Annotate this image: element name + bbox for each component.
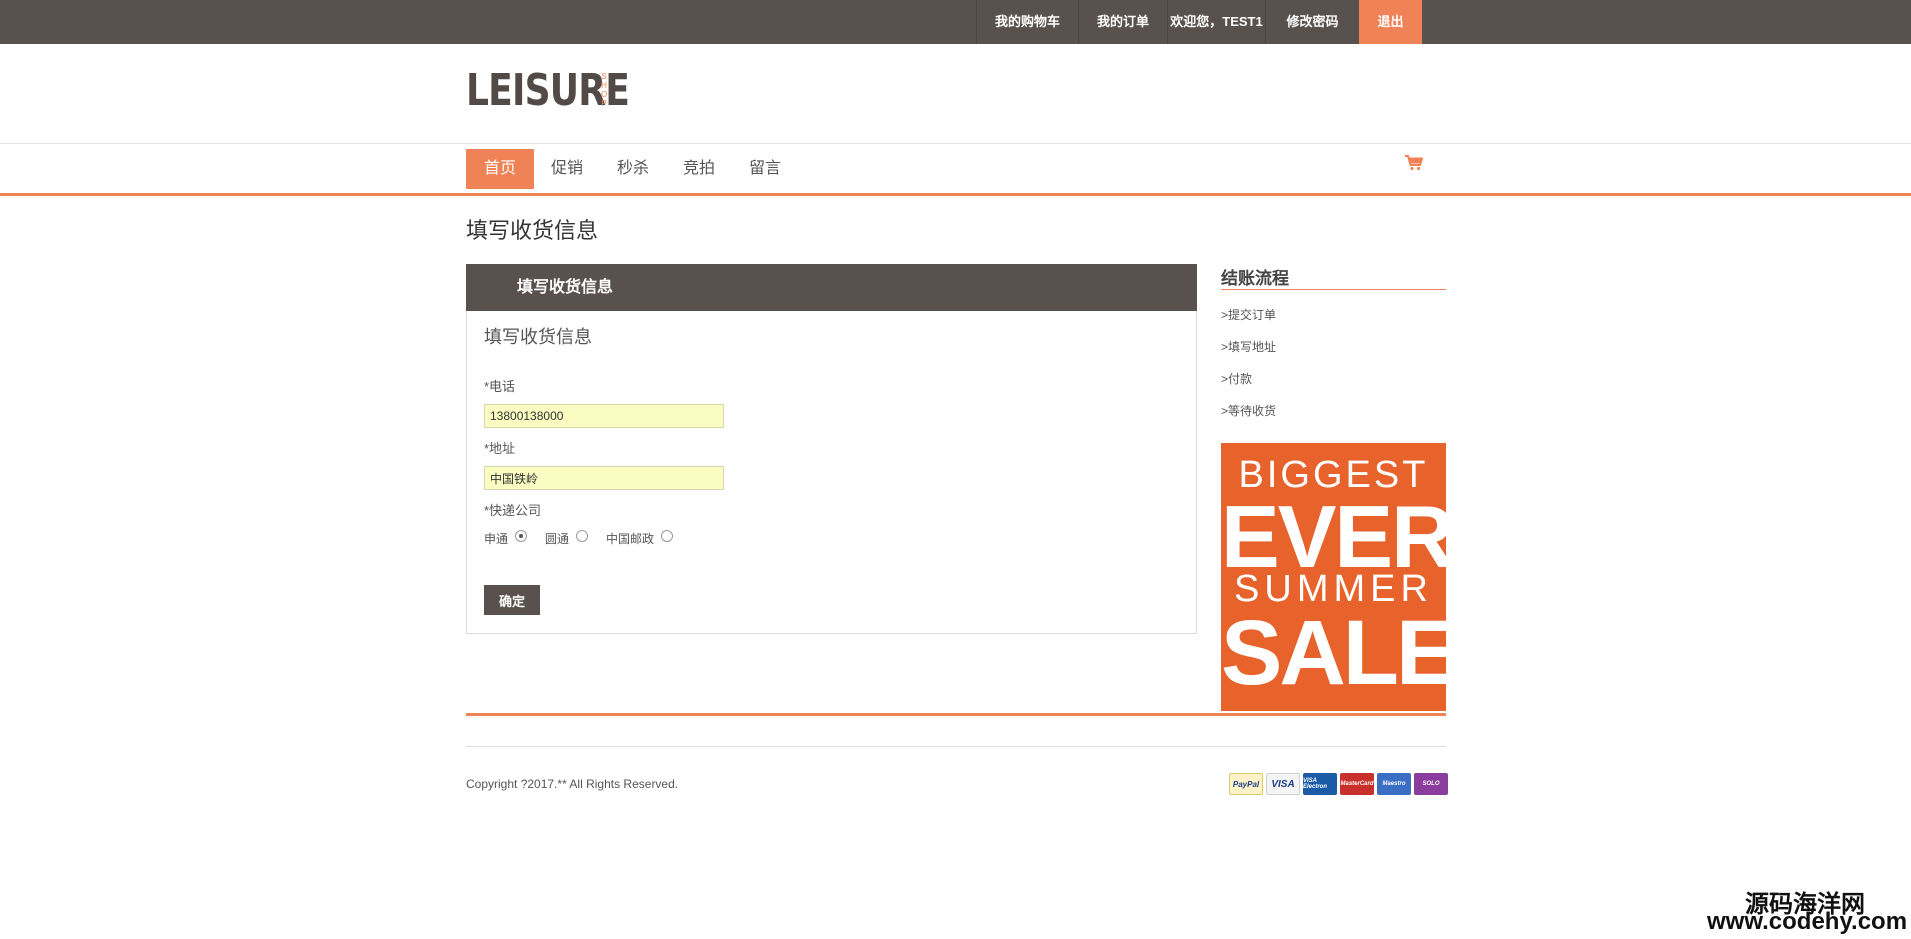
form-title: 填写收货信息 [484,327,592,347]
courier-option-sto[interactable]: 申通 [484,529,528,547]
checkout-steps-list: >提交订单 >填写地址 >付款 >等待收货 [1221,307,1276,435]
checkout-steps-divider [1221,289,1446,290]
nav-flash-sale[interactable]: 秒杀 [600,149,666,189]
visa-icon: VISA [1266,773,1300,795]
courier-radio-group: 申通 圆通 中国邮政 [484,529,691,547]
my-cart-link[interactable]: 我的购物车 [976,0,1078,44]
radio-yto[interactable] [576,529,589,542]
promo-line-4: SALE [1221,602,1446,704]
checkout-step[interactable]: >付款 [1221,371,1276,403]
radio-china-post[interactable] [661,529,674,542]
user-nav: 我的购物车 我的订单 欢迎您，TEST1 修改密码 退出 [976,0,1422,44]
confirm-button[interactable]: 确定 [484,585,540,615]
checkout-steps-title: 结账流程 [1221,269,1289,288]
checkout-step[interactable]: >提交订单 [1221,307,1276,339]
main-nav: 首页 促销 秒杀 竞拍 留言 [466,149,798,189]
page-title: 填写收货信息 [466,218,599,243]
checkout-step[interactable]: >填写地址 [1221,339,1276,371]
phone-label: *电话 [484,379,516,394]
courier-label: *快递公司 [484,503,542,518]
mastercard-icon: MasterCard [1340,773,1374,795]
courier-option-label: 圆通 [545,532,570,546]
nav-home[interactable]: 首页 [466,149,534,189]
welcome-user[interactable]: 欢迎您，TEST1 [1167,0,1265,44]
phone-input[interactable] [484,404,724,428]
checkout-step[interactable]: >等待收货 [1221,403,1276,435]
shipping-form: 填写收货信息 *电话 *地址 *快递公司 申通 圆通 中国邮政 确定 [466,311,1197,634]
courier-option-label: 中国邮政 [606,532,655,546]
address-label: *地址 [484,441,516,456]
footer-accent-line [466,713,1446,716]
logout-button[interactable]: 退出 [1359,0,1422,44]
form-panel-header: 填写收货信息 [466,264,1197,311]
nav-accent-line [0,193,1911,196]
visa-electron-icon: VISA Electron [1303,773,1337,795]
nav-messages[interactable]: 留言 [732,149,798,189]
paypal-icon: PayPal [1229,773,1263,795]
footer-divider [466,746,1446,747]
cart-icon[interactable] [1403,152,1425,174]
top-bar: 我的购物车 我的订单 欢迎您，TEST1 修改密码 退出 [0,0,1911,44]
nav-promotion[interactable]: 促销 [534,149,600,189]
form-panel-header-label: 填写收货信息 [517,279,614,296]
radio-sto[interactable] [515,529,528,542]
logo-subtext-letters: SHOP [601,72,608,108]
change-password-link[interactable]: 修改密码 [1265,0,1359,44]
courier-option-yto[interactable]: 圆通 [545,529,589,547]
logo-subtext: SHOP [599,72,609,108]
courier-option-label: 申通 [484,532,509,546]
header-divider [0,143,1911,144]
address-input[interactable] [484,466,724,490]
payment-methods: PayPal VISA VISA Electron MasterCard Mae… [1226,773,1448,795]
my-orders-link[interactable]: 我的订单 [1078,0,1167,44]
solo-icon: SOLO [1414,773,1448,795]
watermark-line-2: www.codehy.com [1707,908,1908,935]
courier-option-china-post[interactable]: 中国邮政 [606,529,674,547]
maestro-icon: Maestro [1377,773,1411,795]
nav-auction[interactable]: 竞拍 [666,149,732,189]
site-logo[interactable]: LEISURE SHOP [466,66,665,116]
copyright-text: Copyright ?2017.** All Rights Reserved. [466,777,679,791]
summer-sale-banner[interactable]: BIGGEST EVER SUMMER SALE [1221,443,1446,711]
